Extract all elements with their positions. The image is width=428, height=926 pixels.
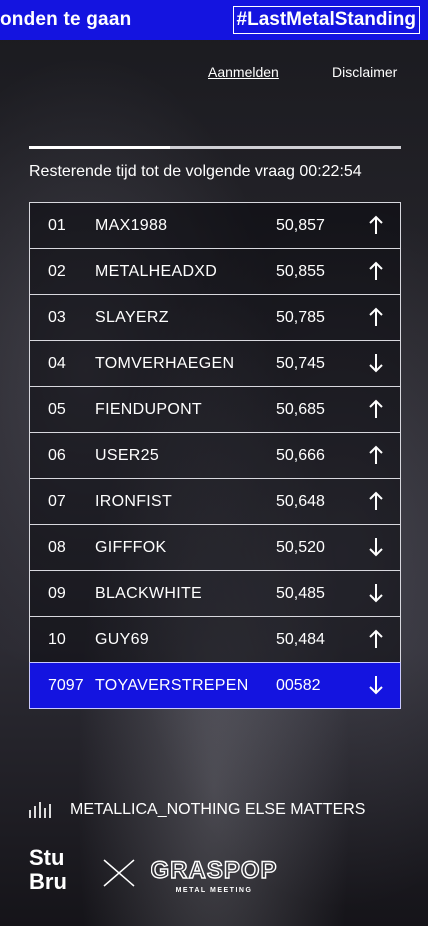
top-banner: onden te gaan #LastMetalStanding <box>0 0 428 40</box>
player-name: USER25 <box>95 447 160 464</box>
cross-icon <box>103 859 135 887</box>
player-rank: 07 <box>48 493 66 510</box>
player-name: BLACKWHITE <box>95 585 203 602</box>
player-score: 50,648 <box>276 493 325 510</box>
player-rank: 03 <box>48 309 66 326</box>
arrow-up-icon <box>369 445 383 464</box>
player-rank: 05 <box>48 401 66 418</box>
player-rank: 09 <box>48 585 66 602</box>
player-score: 50,745 <box>276 355 325 372</box>
leaderboard-row: 05 FIENDUPONT 50,685 <box>29 386 401 433</box>
player-name: GIFFFOK <box>95 539 167 556</box>
player-name: TOMVERHAEGEN <box>95 355 235 372</box>
stubru-logo: Stu Bru <box>29 846 67 894</box>
current-user-row: 7097 TOYAVERSTREPEN 00582 <box>29 662 401 709</box>
player-score: 50,855 <box>276 263 325 280</box>
graspop-wordmark: GRASPOP <box>151 857 277 884</box>
player-name: SLAYERZ <box>95 309 169 326</box>
player-name: FIENDUPONT <box>95 401 202 418</box>
arrow-up-icon <box>369 399 383 418</box>
arrow-down-icon <box>369 354 383 373</box>
player-score: 50,857 <box>276 217 325 234</box>
leaderboard: 01 MAX1988 50,857 02 METALHEADXD 50,855 03 SLAY… <box>29 202 401 709</box>
countdown-timer: Resterende tijd tot de volgende vraag 00… <box>29 163 362 180</box>
leaderboard-row: 07 IRONFIST 50,648 <box>29 478 401 525</box>
player-score: 50,484 <box>276 631 325 648</box>
leaderboard-row: 04 TOMVERHAEGEN 50,745 <box>29 340 401 387</box>
song-title: METALLICA_NOTHING ELSE MATTERS <box>70 801 366 818</box>
arrow-up-icon <box>369 491 383 510</box>
player-rank: 04 <box>48 355 66 372</box>
leaderboard-row: 01 MAX1988 50,857 <box>29 202 401 249</box>
graspop-subtitle: METAL MEETING <box>176 887 253 894</box>
arrow-up-icon <box>369 307 383 326</box>
login-link[interactable]: Aanmelden <box>208 64 279 80</box>
arrow-down-icon <box>369 676 383 695</box>
player-rank: 06 <box>48 447 66 464</box>
leaderboard-row: 09 BLACKWHITE 50,485 <box>29 570 401 617</box>
question-progress-bar <box>29 146 401 149</box>
player-score: 50,785 <box>276 309 325 326</box>
leaderboard-row: 03 SLAYERZ 50,785 <box>29 294 401 341</box>
partner-logos: Stu Bru GRASPOP METAL MEETING <box>29 846 289 900</box>
player-rank: 7097 <box>48 677 84 694</box>
leaderboard-row: 06 USER25 50,666 <box>29 432 401 479</box>
player-score: 50,685 <box>276 401 325 418</box>
disclaimer-link[interactable]: Disclaimer <box>332 64 397 80</box>
player-rank: 10 <box>48 631 66 648</box>
player-rank: 01 <box>48 217 66 234</box>
arrow-up-icon <box>369 629 383 648</box>
arrow-up-icon <box>369 215 383 234</box>
player-score: 00582 <box>276 677 321 694</box>
arrow-down-icon <box>369 538 383 557</box>
player-name: MAX1988 <box>95 217 168 234</box>
player-score: 50,485 <box>276 585 325 602</box>
player-rank: 02 <box>48 263 66 280</box>
stubru-logo-line2: Bru <box>29 869 67 894</box>
leaderboard-row: 08 GIFFFOK 50,520 <box>29 524 401 571</box>
player-name: IRONFIST <box>95 493 173 510</box>
stubru-logo-line1: Stu <box>29 845 65 870</box>
player-name: TOYAVERSTREPEN <box>95 677 249 694</box>
player-score: 50,520 <box>276 539 325 556</box>
player-name: METALHEADXD <box>95 263 218 280</box>
leaderboard-row: 02 METALHEADXD 50,855 <box>29 248 401 295</box>
player-score: 50,666 <box>276 447 325 464</box>
leaderboard-row: 10 GUY69 50,484 <box>29 616 401 663</box>
arrow-up-icon <box>369 261 383 280</box>
hashtag-badge[interactable]: #LastMetalStanding <box>232 6 420 34</box>
arrow-down-icon <box>369 584 383 603</box>
equalizer-icon <box>29 802 51 818</box>
player-name: GUY69 <box>95 631 149 648</box>
marquee-text: onden te gaan <box>0 9 132 30</box>
progress-fill <box>29 146 171 149</box>
player-rank: 08 <box>48 539 66 556</box>
graspop-logo: GRASPOP METAL MEETING <box>151 856 277 894</box>
